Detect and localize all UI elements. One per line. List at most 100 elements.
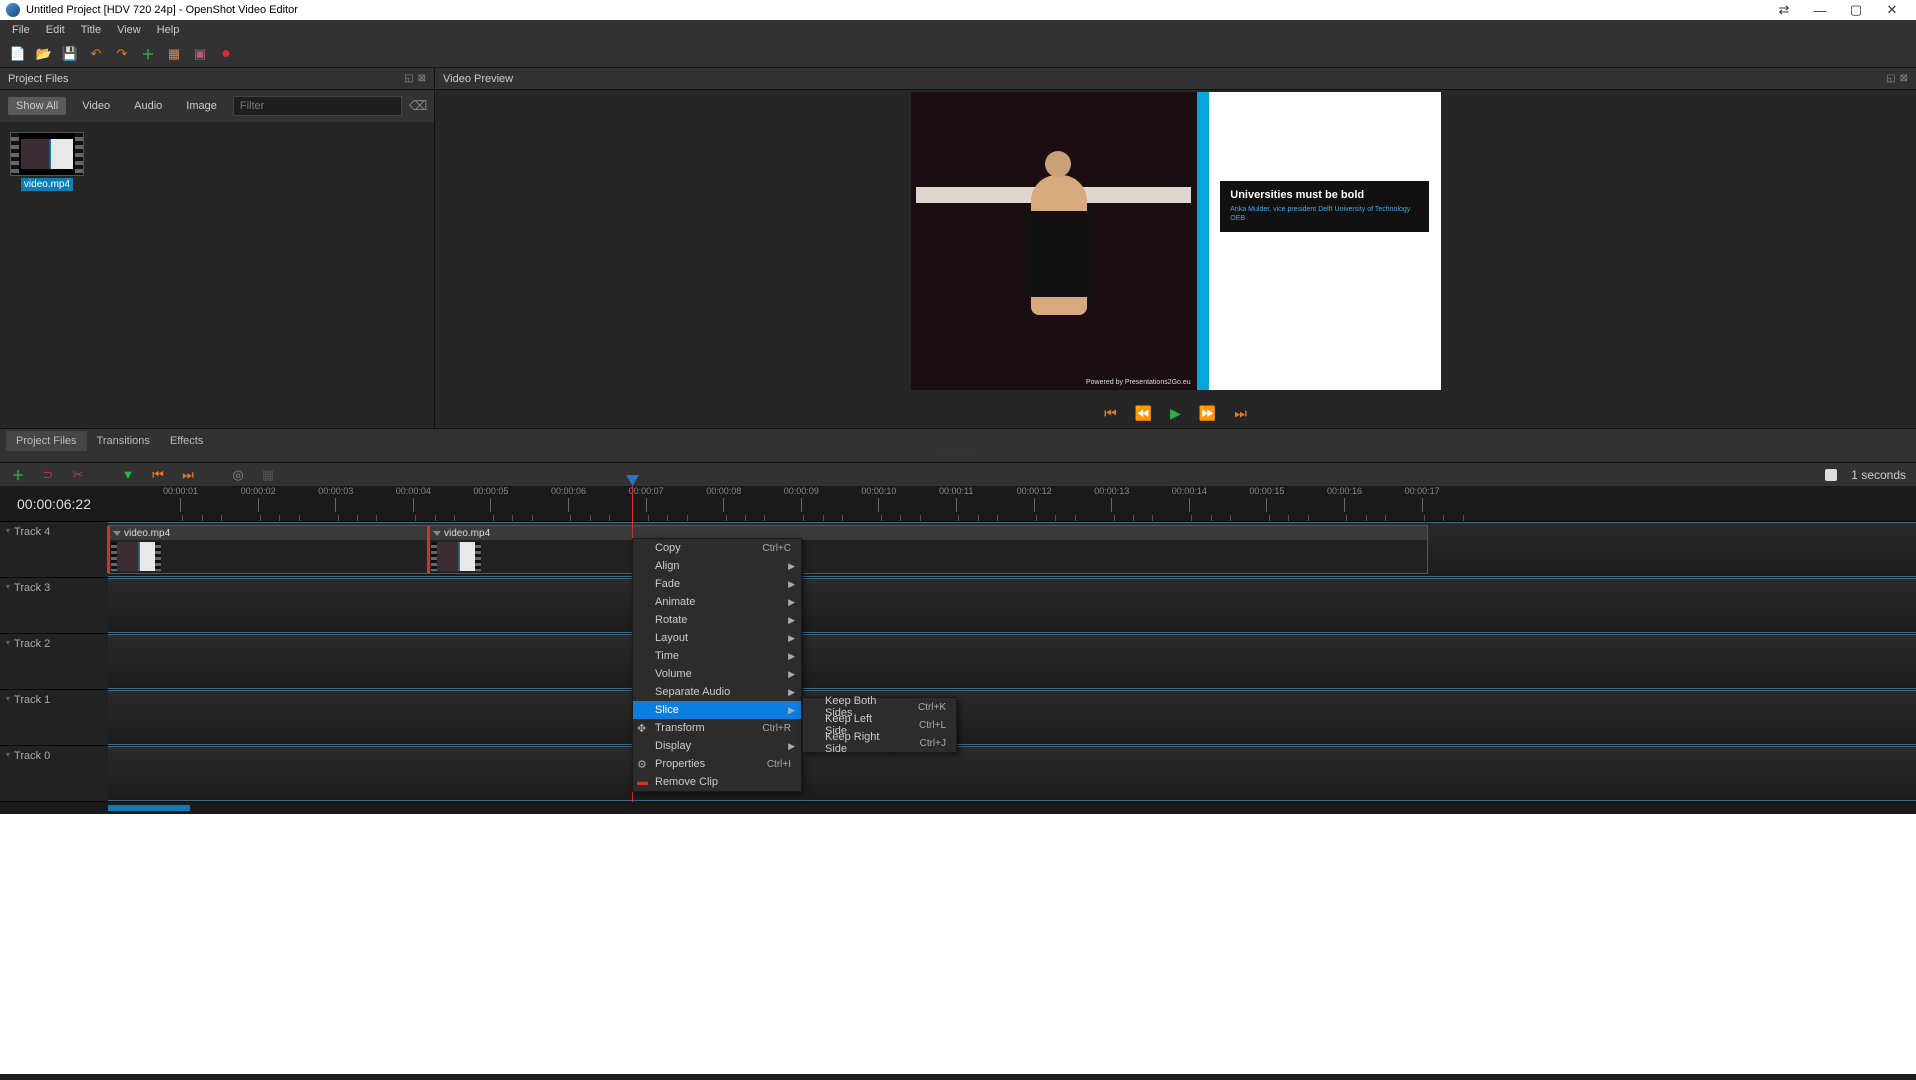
ctx-item-properties[interactable]: ⚙PropertiesCtrl+I [633,755,801,773]
clip-thumbnail-label: video.mp4 [21,178,73,191]
timeline-toolbar: ＋ ⊃ ✂ ▼ ⏮ ⏭ ◎ ▦ 1 seconds [0,462,1916,486]
video-preview-panel: Video Preview ◱ ⊠ Powered by Presentatio… [435,68,1916,428]
ctx-item-fade[interactable]: Fade▶ [633,575,801,593]
filter-audio-button[interactable]: Audio [126,97,170,115]
ruler-tick: 00:00:09 [784,486,819,512]
razor-icon[interactable]: ✂ [70,467,86,483]
window-minimize-button[interactable]: — [1802,3,1838,18]
ctx-item-remove-clip[interactable]: ▬Remove Clip [633,773,801,791]
track-row: ▾Track 3 [0,578,1916,634]
tab-project-files[interactable]: Project Files [6,431,87,451]
next-marker-icon[interactable]: ⏭ [180,467,196,483]
zoom-checkbox[interactable] [1825,469,1837,481]
filter-show-all-button[interactable]: Show All [8,97,66,115]
save-project-icon[interactable]: 💾 [62,46,78,62]
ctx-item-time[interactable]: Time▶ [633,647,801,665]
ruler-tick: 00:00:05 [473,486,508,512]
preview-transport-controls: ⏮ ⏪ ▶ ⏩ ⏭ [1104,405,1247,422]
scrollbar-thumb[interactable] [108,805,190,811]
ctx-item-slice[interactable]: Slice▶ [633,701,801,719]
tab-effects[interactable]: Effects [160,431,213,451]
menu-help[interactable]: Help [149,22,188,38]
snapping-icon[interactable]: ⊃ [40,467,56,483]
center-playhead-icon[interactable]: ◎ [230,467,246,483]
profile-icon[interactable]: ▦ [166,46,182,62]
ctx-item-display[interactable]: Display▶ [633,737,801,755]
main-toolbar: 📄 📂 💾 ↶ ↷ ＋ ▦ ▣ ● [0,40,1916,68]
track-header[interactable]: ▾Track 0 [0,746,108,801]
project-clip-item[interactable]: video.mp4 [10,132,84,191]
track-header[interactable]: ▾Track 3 [0,578,108,633]
ruler-tick: 00:00:12 [1017,486,1052,512]
menubar: File Edit Title View Help [0,20,1916,40]
undo-icon[interactable]: ↶ [88,46,104,62]
redo-icon[interactable]: ↷ [114,46,130,62]
timeline-scrollbar[interactable] [0,802,1916,814]
ctx-item-copy[interactable]: CopyCtrl+C [633,539,801,557]
project-files-body[interactable]: video.mp4 [0,122,434,428]
fast-forward-icon[interactable]: ⏩ [1199,405,1216,422]
window-close-button[interactable]: ✕ [1874,2,1910,18]
new-project-icon[interactable]: 📄 [10,46,26,62]
menu-file[interactable]: File [4,22,38,38]
current-timecode: 00:00:06:22 [0,486,108,521]
track-lane[interactable] [108,634,1916,689]
project-files-panel: Project Files ◱ ⊠ Show All Video Audio I… [0,68,435,428]
track-lane[interactable]: video.mp4 video.mp4 [108,522,1916,577]
panel-undock-icon[interactable]: ◱ [404,73,413,84]
track-header[interactable]: ▾Track 4 [0,522,108,577]
track-header[interactable]: ▾Track 1 [0,690,108,745]
clip-thumbnail-icon [10,132,84,176]
video-preview-title: Video Preview [443,73,513,85]
window-maximize-button[interactable]: ▢ [1838,2,1874,18]
clear-filter-icon[interactable]: ⌫ [410,98,426,114]
preview-slide-sub2: OEB [1230,214,1419,223]
timeline-ruler[interactable]: 00:00:06:22 00:00:0100:00:0200:00:0300:0… [0,486,1916,522]
open-project-icon[interactable]: 📂 [36,46,52,62]
app-logo-icon [6,3,20,17]
export-video-icon[interactable]: ● [218,46,234,62]
timeline-clip[interactable]: video.mp4 [428,525,1428,574]
ctx-item-volume[interactable]: Volume▶ [633,665,801,683]
panel-close-icon[interactable]: ⊠ [418,73,426,84]
jump-start-icon[interactable]: ⏮ [1104,405,1117,422]
menu-title[interactable]: Title [73,22,109,38]
filter-video-button[interactable]: Video [74,97,118,115]
track-lane[interactable] [108,578,1916,633]
ctx-item-transform[interactable]: ✥TransformCtrl+R [633,719,801,737]
menu-edit[interactable]: Edit [38,22,73,38]
window-drag-icon[interactable]: ⇄ [1766,2,1802,18]
fullscreen-icon[interactable]: ▣ [192,46,208,62]
play-icon[interactable]: ▶ [1170,405,1181,422]
rewind-icon[interactable]: ⏪ [1135,405,1152,422]
panel-resize-handle[interactable]: : : : : : [0,452,1916,462]
ctx-item-align[interactable]: Align▶ [633,557,801,575]
video-preview-frame[interactable]: Powered by Presentations2Go.eu Universit… [911,92,1441,390]
tab-transitions[interactable]: Transitions [87,431,160,451]
panel-undock-icon[interactable]: ◱ [1886,73,1895,84]
clip-label: video.mp4 [444,528,490,539]
jump-end-icon[interactable]: ⏭ [1234,405,1247,422]
ctx-item-layout[interactable]: Layout▶ [633,629,801,647]
ctx-item-rotate[interactable]: Rotate▶ [633,611,801,629]
prev-marker-icon[interactable]: ⏮ [150,467,166,483]
track-lane[interactable] [108,746,1916,801]
add-marker-icon[interactable]: ▼ [120,467,136,483]
menu-view[interactable]: View [109,22,149,38]
clip-label: video.mp4 [124,528,170,539]
track-header[interactable]: ▾Track 2 [0,634,108,689]
import-files-icon[interactable]: ＋ [140,46,156,62]
filter-input[interactable] [233,96,402,116]
bottom-filler [0,814,1916,1074]
add-track-icon[interactable]: ＋ [10,467,26,483]
track-lane[interactable] [108,690,1916,745]
ctx-item-separate-audio[interactable]: Separate Audio▶ [633,683,801,701]
panel-close-icon[interactable]: ⊠ [1900,73,1908,84]
ctx-item-animate[interactable]: Animate▶ [633,593,801,611]
preview-slide-sub1: Anka Mulder, vice president Delft Univer… [1230,205,1419,214]
preview-slide-title: Universities must be bold [1230,189,1419,201]
ctx-sub-item-keep-right-side[interactable]: Keep Right SideCtrl+J [803,734,956,752]
video-preview-header: Video Preview ◱ ⊠ [435,68,1916,90]
filter-image-button[interactable]: Image [178,97,225,115]
timeline-clip[interactable]: video.mp4 [108,525,428,574]
